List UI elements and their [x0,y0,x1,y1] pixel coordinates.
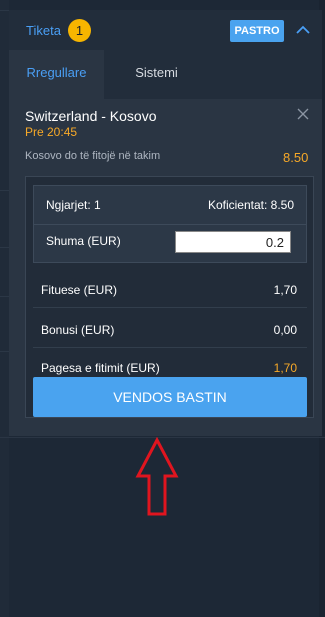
stake-label: Shuma (EUR) [46,234,121,248]
chevron-up-icon[interactable] [294,22,312,38]
divider [0,190,9,191]
divider [0,10,9,11]
bet-type-tabs: Rregullare Sistemi [9,50,322,99]
bet-summary: Ngjarjet: 1 Koficientat: 8.50 Shuma (EUR… [25,176,314,418]
selection-text: Kosovo do të fitojë në takim [25,150,161,162]
tab-rregullare[interactable]: Rregullare [9,50,104,99]
betslip-panel: Tiketa 1 PASTRO Rregullare Sistemi Switz… [9,10,322,436]
divider [0,296,9,297]
place-bet-button[interactable]: VENDOS BASTIN [33,377,307,417]
win-label: Fituese (EUR) [41,283,118,297]
stake-section: Ngjarjet: 1 Koficientat: 8.50 Shuma (EUR… [33,185,307,263]
total-odds: Koficientat: 8.50 [207,198,294,212]
events-count: Ngjarjet: 1 [46,198,101,212]
stake-input[interactable] [175,231,291,253]
clear-button[interactable]: PASTRO [230,20,284,42]
divider [34,224,306,225]
win-value: 1,70 [273,283,297,297]
payout-value: 1,70 [273,361,297,375]
bonus-label: Bonusi (EUR) [41,323,115,337]
tab-sistemi[interactable]: Sistemi [104,50,209,99]
selection-odds: 8.50 [283,150,309,165]
close-icon[interactable] [296,107,310,121]
divider [33,347,307,348]
payout-label: Pagesa e fitimit (EUR) [41,361,160,375]
divider [0,247,9,248]
betslip-header[interactable]: Tiketa 1 PASTRO [9,10,322,50]
divider [0,351,9,352]
selection-count-badge: 1 [68,19,91,42]
event-time: Pre 20:45 [25,125,78,139]
bonus-value: 0,00 [273,323,297,337]
betslip-title: Tiketa [26,23,61,38]
arrow-up-icon [135,437,179,516]
event-name: Switzerland - Kosovo [25,108,157,124]
left-strip [0,0,9,617]
divider [33,307,307,308]
